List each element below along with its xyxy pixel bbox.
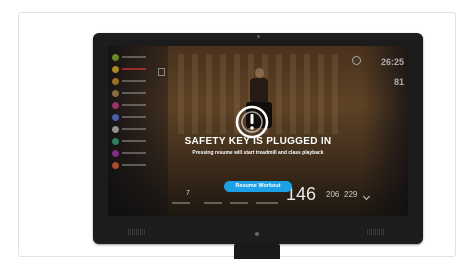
exclamation-in-circle-icon xyxy=(234,104,270,140)
metric-value: 229 xyxy=(344,190,358,199)
resume-workout-button[interactable]: Resume Workout xyxy=(224,181,292,192)
metric-label xyxy=(204,202,222,204)
speaker-grille-left xyxy=(128,229,146,235)
safety-key-subtext: Pressing resume will start treadmill and… xyxy=(192,150,324,156)
safety-key-headline: SAFETY KEY IS PLUGGED IN xyxy=(184,136,332,147)
metric-label xyxy=(172,202,190,204)
device-screen: 26:25 81 SAFETY KEY IS PLUGGED IN Pressi… xyxy=(108,46,408,216)
brand-logo xyxy=(255,232,259,236)
speaker-grille-right xyxy=(367,229,385,235)
metric-value: 206 xyxy=(326,190,340,199)
metric-label xyxy=(230,202,248,204)
metric-label xyxy=(256,202,278,204)
device-stand xyxy=(234,244,280,259)
chevron-down-icon[interactable] xyxy=(362,192,371,201)
camera-dot xyxy=(257,35,260,38)
metric-value: 7 xyxy=(186,190,190,197)
